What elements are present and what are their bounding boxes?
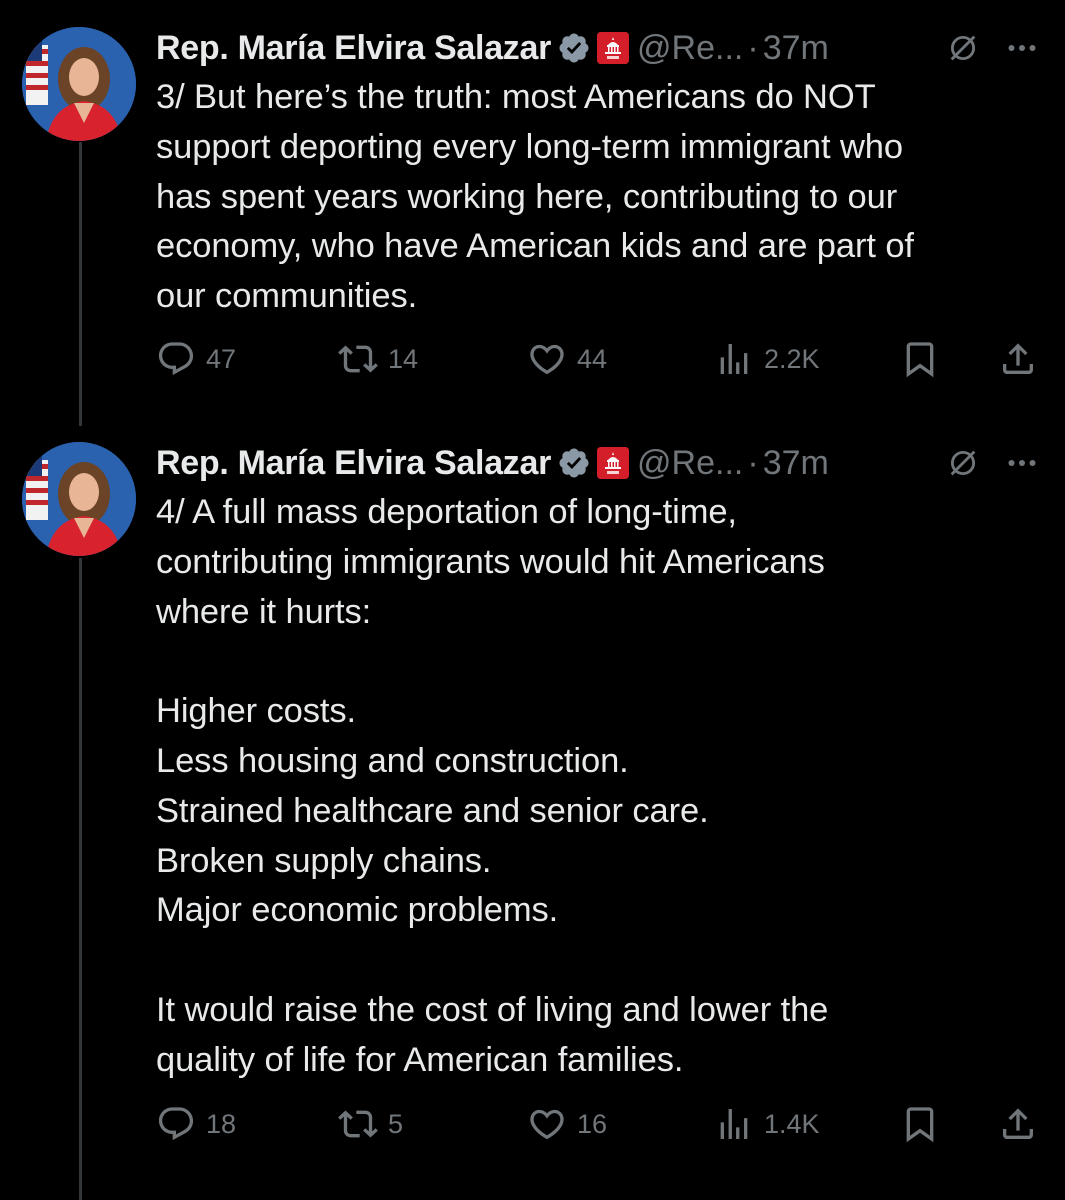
share-icon bbox=[1003, 1108, 1033, 1139]
repost-button[interactable]: 14 bbox=[338, 337, 418, 381]
like-button[interactable]: 16 bbox=[527, 1102, 607, 1146]
share-button[interactable] bbox=[998, 1102, 1038, 1146]
views-button[interactable]: 1.4K bbox=[714, 1102, 820, 1146]
views-count: 1.4K bbox=[764, 1108, 820, 1139]
more-dots-icon[interactable] bbox=[1004, 30, 1040, 66]
author-handle[interactable]: @Re... bbox=[637, 444, 743, 483]
tweet-4[interactable]: Rep. María Elvira Salazar @Re... · 37m 4… bbox=[0, 442, 1065, 1172]
share-button[interactable] bbox=[998, 337, 1038, 381]
action-bar: 47 14 44 2.2K bbox=[156, 337, 1040, 381]
views-chart-icon bbox=[720, 344, 748, 374]
tweet-header: Rep. María Elvira Salazar @Re... · 37m bbox=[156, 27, 1040, 69]
timestamp[interactable]: 37m bbox=[763, 29, 829, 68]
reply-count: 18 bbox=[206, 1108, 237, 1139]
repost-button[interactable]: 5 bbox=[338, 1102, 403, 1146]
reply-button[interactable]: 47 bbox=[156, 337, 236, 381]
views-count: 2.2K bbox=[764, 343, 820, 374]
bookmark-button[interactable] bbox=[900, 1102, 940, 1146]
bookmark-icon bbox=[906, 1107, 934, 1143]
capitol-affiliate-icon[interactable] bbox=[597, 32, 630, 64]
tweet-header: Rep. María Elvira Salazar @Re... · 37m bbox=[156, 442, 1040, 484]
avatar[interactable] bbox=[22, 442, 136, 556]
tweet-text: 4/ A full mass deportation of long-time,… bbox=[156, 493, 829, 1079]
verified-badge-icon[interactable] bbox=[557, 446, 591, 480]
views-button[interactable]: 2.2K bbox=[714, 337, 820, 381]
separator-dot: · bbox=[747, 443, 759, 482]
reply-button[interactable]: 18 bbox=[156, 1102, 236, 1146]
tweet-3[interactable]: Rep. María Elvira Salazar @Re... · 37m 3… bbox=[0, 27, 1065, 397]
repost-icon bbox=[338, 345, 378, 373]
heart-icon bbox=[530, 1109, 564, 1140]
reply-icon bbox=[158, 342, 194, 376]
grok-icon[interactable] bbox=[946, 31, 980, 65]
views-chart-icon bbox=[720, 1109, 748, 1139]
like-button[interactable]: 44 bbox=[527, 337, 607, 381]
heart-icon bbox=[530, 344, 564, 375]
action-bar: 18 5 16 1.4K bbox=[156, 1102, 1040, 1146]
avatar[interactable] bbox=[22, 27, 136, 141]
verified-badge-icon[interactable] bbox=[557, 31, 591, 65]
like-count: 44 bbox=[577, 343, 608, 374]
share-icon bbox=[1003, 343, 1033, 374]
repost-count: 5 bbox=[388, 1108, 404, 1139]
bookmark-button[interactable] bbox=[900, 337, 940, 381]
timestamp[interactable]: 37m bbox=[763, 444, 829, 483]
reply-count: 47 bbox=[206, 343, 237, 374]
bookmark-icon bbox=[906, 342, 934, 378]
tweet-text: 3/ But here’s the truth: most Americans … bbox=[156, 78, 914, 316]
more-dots-icon[interactable] bbox=[1004, 445, 1040, 481]
separator-dot: · bbox=[747, 28, 759, 67]
repost-count: 14 bbox=[388, 343, 419, 374]
author-name[interactable]: Rep. María Elvira Salazar bbox=[156, 29, 551, 68]
reply-icon bbox=[158, 1107, 194, 1141]
like-count: 16 bbox=[577, 1108, 608, 1139]
capitol-affiliate-icon[interactable] bbox=[597, 447, 630, 479]
repost-icon bbox=[338, 1110, 378, 1138]
grok-icon[interactable] bbox=[946, 446, 980, 480]
author-name[interactable]: Rep. María Elvira Salazar bbox=[156, 444, 551, 483]
author-handle[interactable]: @Re... bbox=[637, 29, 743, 68]
